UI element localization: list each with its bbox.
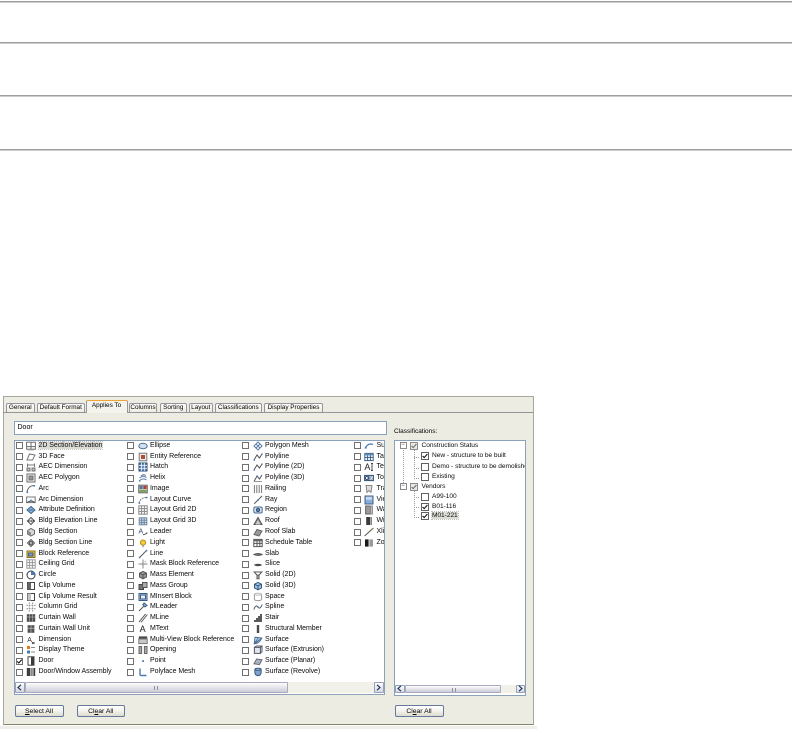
svg-text:A: A xyxy=(27,637,32,644)
svg-text:A: A xyxy=(364,462,370,472)
svg-text:A: A xyxy=(139,624,145,634)
svg-text:6: 6 xyxy=(370,476,373,482)
svg-text:A: A xyxy=(138,529,143,536)
